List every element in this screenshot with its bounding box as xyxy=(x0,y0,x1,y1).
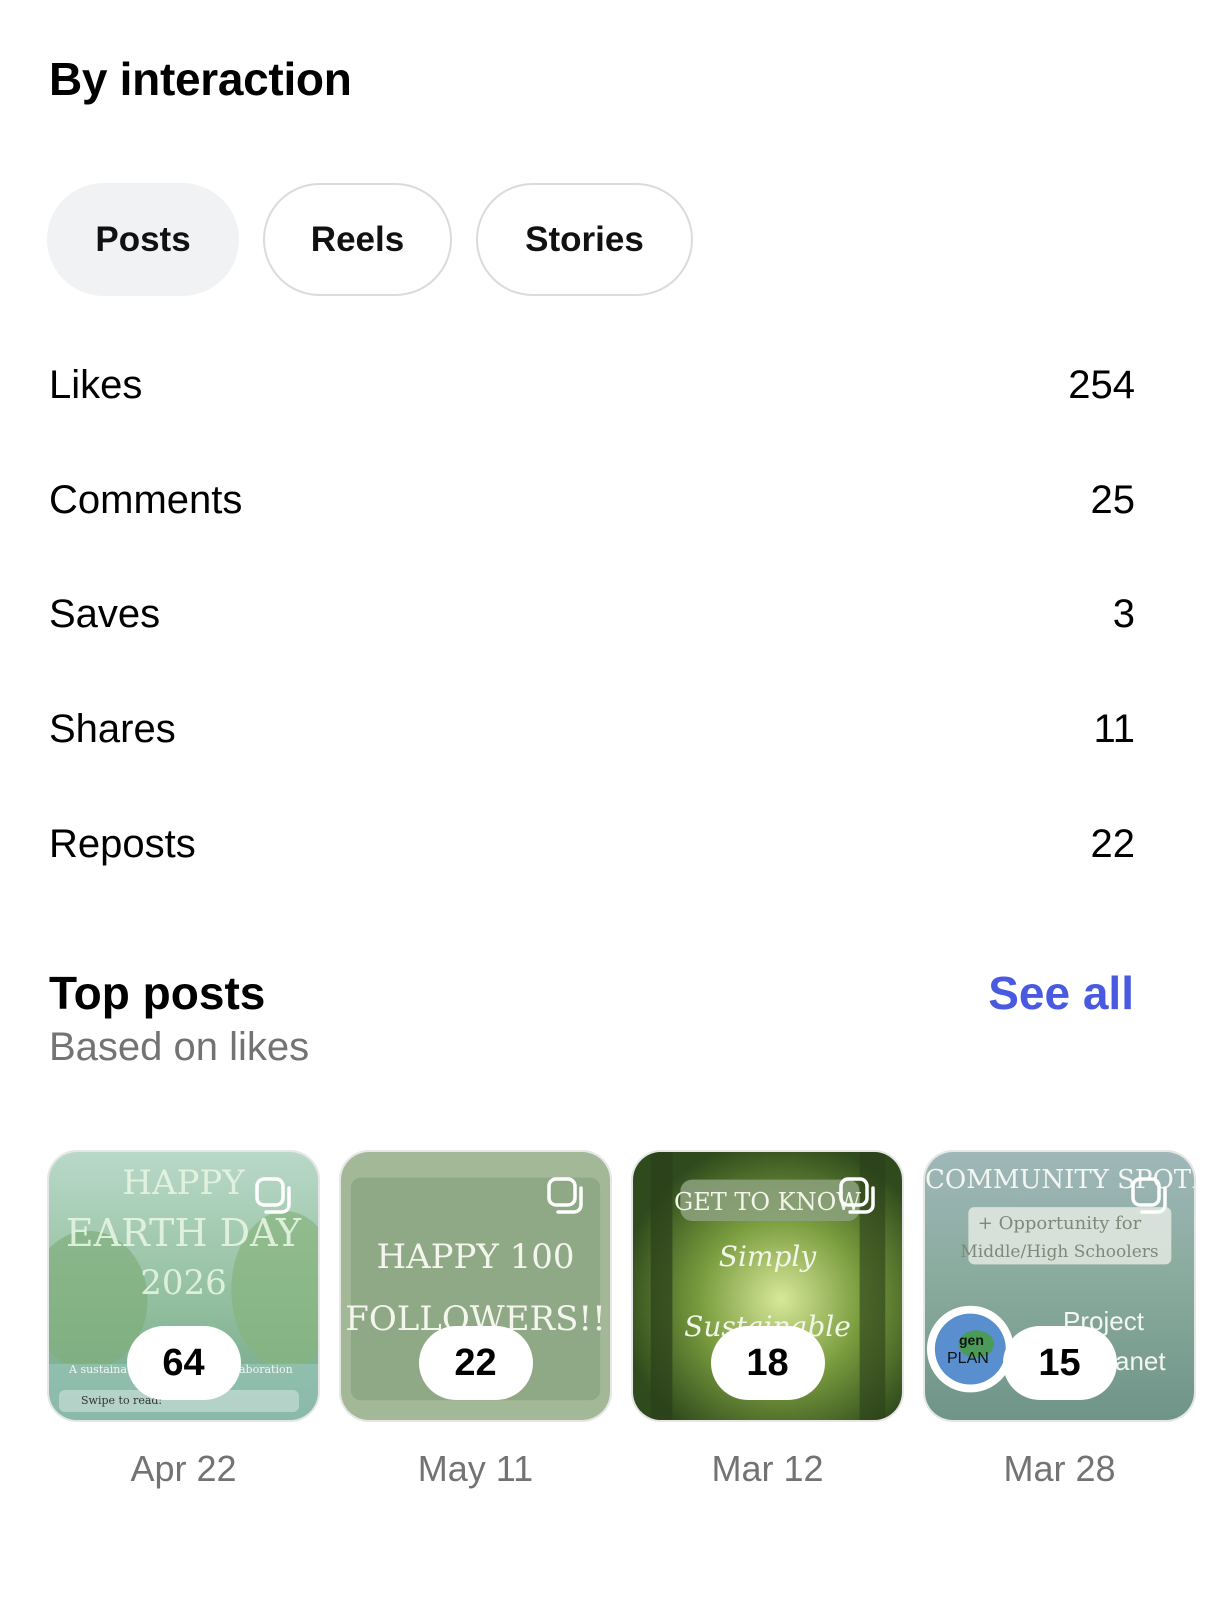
section-title: By interaction xyxy=(49,53,352,105)
stat-value: 254 xyxy=(1068,362,1135,407)
post-caption: A sustaina xyxy=(69,1363,127,1376)
see-all-link[interactable]: See all xyxy=(988,966,1134,1020)
post-date: Apr 22 xyxy=(130,1448,237,1489)
post-text-line: 2026 xyxy=(140,1263,227,1303)
stat-row-comments: Comments 25 xyxy=(49,470,1135,530)
stat-value: 25 xyxy=(1090,477,1136,522)
likes-count-badge: 18 xyxy=(710,1326,825,1400)
post-caption: aboration xyxy=(239,1363,293,1376)
post-date: May 11 xyxy=(417,1448,534,1489)
stat-label: Saves xyxy=(49,591,161,636)
likes-count-badge: 22 xyxy=(418,1326,533,1400)
post-date: Mar 12 xyxy=(711,1448,824,1489)
likes-count-badge: 64 xyxy=(126,1326,241,1400)
logo-text: PLAN xyxy=(947,1350,989,1367)
tab-posts[interactable]: Posts xyxy=(47,183,239,296)
stat-label: Comments xyxy=(49,477,243,522)
logo-text: gen xyxy=(959,1332,984,1348)
post-date: Mar 28 xyxy=(1003,1448,1116,1489)
post-thumbnail[interactable]: GET TO KNOW Simply Sustainable 18 xyxy=(631,1150,904,1422)
tab-stories[interactable]: Stories xyxy=(476,183,693,296)
stat-value: 3 xyxy=(1112,591,1135,636)
carousel-icon xyxy=(1131,1177,1167,1214)
top-posts-carousel: HAPPY EARTH DAY 2026 A sustaina aboratio… xyxy=(47,1150,1206,1425)
post-text-line: anet xyxy=(1115,1346,1166,1376)
stat-row-saves: Saves 3 xyxy=(49,584,1135,644)
post-thumbnail[interactable]: HAPPY 100 FOLLOWERS!! 22 xyxy=(339,1150,612,1422)
likes-count-badge: 15 xyxy=(1002,1326,1117,1400)
post-text-line: HAPPY 100 xyxy=(376,1237,575,1277)
stat-label: Reposts xyxy=(49,821,196,866)
stat-row-reposts: Reposts 22 xyxy=(49,814,1135,874)
carousel-icon xyxy=(255,1177,291,1214)
tab-reels[interactable]: Reels xyxy=(263,183,452,296)
stat-value: 11 xyxy=(1093,706,1135,751)
interaction-tabs: Posts Reels Stories xyxy=(47,183,693,296)
post-text-line: Middle/High Schoolers xyxy=(960,1242,1159,1262)
post-thumbnail[interactable]: HAPPY EARTH DAY 2026 A sustaina aboratio… xyxy=(47,1150,320,1422)
stat-row-shares: Shares 11 xyxy=(49,699,1135,759)
post-thumbnail[interactable]: COMMUNITY SPOTLIGHT + Opportunity for Mi… xyxy=(923,1150,1196,1422)
stat-row-likes: Likes 254 xyxy=(49,355,1135,415)
stat-label: Shares xyxy=(49,706,176,751)
top-posts-subtitle: Based on likes xyxy=(49,1025,310,1069)
stat-label: Likes xyxy=(49,362,143,407)
stat-value: 22 xyxy=(1090,821,1136,866)
top-posts-title: Top posts xyxy=(49,967,266,1019)
carousel-icon xyxy=(547,1177,583,1214)
carousel-icon xyxy=(839,1177,875,1214)
